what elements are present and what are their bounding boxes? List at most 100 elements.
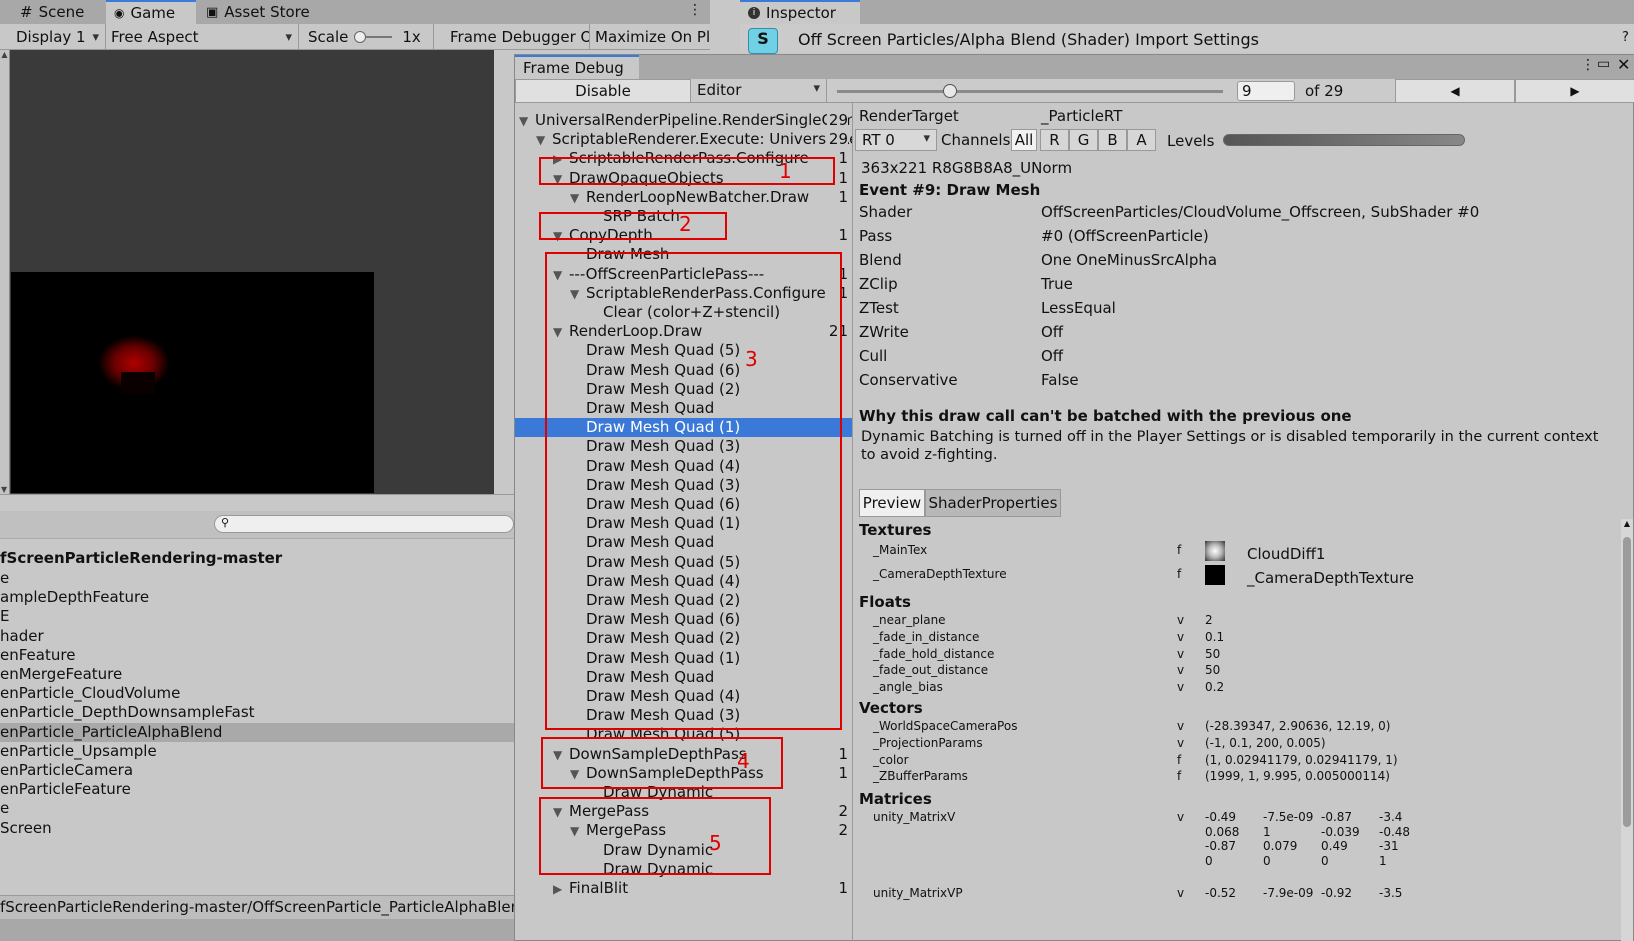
triangle-down-icon[interactable]: ▼ xyxy=(570,189,586,207)
list-item[interactable]: enParticleFeature xyxy=(0,780,514,799)
tab-scene[interactable]: # Scene xyxy=(12,0,92,24)
list-item[interactable]: enParticle_Upsample xyxy=(0,742,514,761)
tab-preview[interactable]: Preview xyxy=(859,489,925,517)
close-icon[interactable]: ✕ xyxy=(1617,55,1630,74)
list-item[interactable]: enParticle_CloudVolume xyxy=(0,684,514,703)
shader-prop-stage: v xyxy=(1177,886,1185,901)
shader-prop-name: _fade_in_distance xyxy=(873,629,980,644)
list-item[interactable]: e xyxy=(0,569,514,588)
shader-prop-value: (-28.39347, 2.90636, 12.19, 0) xyxy=(1205,719,1391,733)
display-dropdown[interactable]: Display 1 xyxy=(12,24,106,50)
triangle-right-icon[interactable]: ▶ xyxy=(553,880,569,898)
levels-slider[interactable] xyxy=(1223,134,1465,146)
list-item[interactable]: enMergeFeature xyxy=(0,665,514,684)
tab-asset-store-label: Asset Store xyxy=(224,3,310,21)
prev-event-button[interactable]: ◀ xyxy=(1395,79,1515,103)
project-panel: ⚲ fScreenParticleRendering-master e ample… xyxy=(0,494,530,941)
project-bottom-scrollbar[interactable] xyxy=(0,919,514,941)
matrix-cell: -0.48 xyxy=(1379,824,1411,839)
tab-frame-debug[interactable]: Frame Debug xyxy=(515,55,639,79)
more-menu-icon[interactable]: ⋮ xyxy=(688,2,702,18)
window-menu-icon[interactable]: ⋮ xyxy=(1581,57,1595,73)
levels-label: Levels xyxy=(1167,132,1215,150)
matrix-cell: -0.52 xyxy=(1205,886,1237,901)
next-event-button[interactable]: ▶ xyxy=(1515,79,1634,103)
event-index-value: 9 xyxy=(1242,82,1252,100)
render-preview xyxy=(11,272,374,493)
aspect-dropdown[interactable]: Free Aspect xyxy=(107,24,299,50)
tree-row-count: 1 xyxy=(836,168,848,188)
scroll-up-icon[interactable]: ▲ xyxy=(1621,519,1633,528)
store-bag-icon: ▣ xyxy=(206,4,219,20)
tree-row-count: 2 xyxy=(836,802,848,822)
channel-button-all[interactable]: All xyxy=(1011,129,1037,151)
editor-label: Editor xyxy=(697,81,742,99)
maximize-toggle[interactable]: Maximize On Pla xyxy=(591,24,710,50)
event-slider-knob[interactable] xyxy=(943,84,957,98)
scale-slider-knob[interactable] xyxy=(354,31,367,43)
list-item[interactable]: enParticleCamera xyxy=(0,761,514,780)
channel-button-g[interactable]: G xyxy=(1069,129,1098,151)
disable-button[interactable]: Disable xyxy=(515,79,691,103)
annotation-box-2 xyxy=(539,212,727,240)
left-scrollbar[interactable]: ▲ ▼ xyxy=(0,50,10,494)
maximize-icon[interactable]: ▭ xyxy=(1597,56,1610,72)
textures-header: Textures xyxy=(859,521,932,539)
game-view[interactable]: ▲ ▼ xyxy=(0,50,494,494)
tree-row[interactable]: ▶ FinalBlit 1 xyxy=(515,879,852,898)
tab-shader-properties[interactable]: ShaderProperties xyxy=(925,489,1061,517)
tab-asset-store[interactable]: ▣ Asset Store xyxy=(198,0,318,24)
event-index-input[interactable]: 9 xyxy=(1237,81,1295,101)
pipeline-state-value: False xyxy=(1041,371,1079,389)
pipeline-state-key: Shader xyxy=(859,203,913,221)
texture-thumbnail[interactable] xyxy=(1205,541,1225,561)
help-icon[interactable]: ? xyxy=(1622,30,1629,45)
frame-debugger-toggle[interactable]: Frame Debugger On xyxy=(446,24,590,50)
batch-text-2: to avoid z-fighting. xyxy=(861,447,998,463)
channel-button-a[interactable]: A xyxy=(1127,129,1156,151)
event-slider[interactable] xyxy=(837,84,1223,98)
tab-frame-debug-label: Frame Debug xyxy=(523,59,624,77)
shader-prop-name: _MainTex xyxy=(873,543,928,557)
triangle-down-icon[interactable]: ▼ xyxy=(519,112,535,130)
list-item[interactable]: E xyxy=(0,607,514,626)
tree-row[interactable]: ▼ UniversalRenderPipeline.RenderSingleCam… xyxy=(515,111,852,130)
details-scrollbar[interactable]: ▲ xyxy=(1621,519,1633,941)
channel-button-b[interactable]: B xyxy=(1098,129,1127,151)
list-item[interactable]: enParticle_DepthDownsampleFast xyxy=(0,703,514,722)
tab-game[interactable]: ◉ Game xyxy=(106,0,196,24)
list-item[interactable]: e xyxy=(0,799,514,818)
scale-slider[interactable] xyxy=(354,31,393,43)
list-item[interactable]: enFeature xyxy=(0,646,514,665)
scroll-up-icon[interactable]: ▲ xyxy=(0,50,9,59)
texture-thumbnail[interactable] xyxy=(1205,565,1225,585)
project-search-input[interactable]: ⚲ xyxy=(214,515,514,533)
frame-debug-window: Frame Debug ⋮ ▭ ✕ Disable Editor 9 of 29… xyxy=(514,54,1634,941)
pipeline-state-key: ZWrite xyxy=(859,323,909,341)
pipeline-state-key: ZTest xyxy=(859,299,899,317)
tab-inspector-label: Inspector xyxy=(766,4,836,22)
triangle-down-icon[interactable]: ▼ xyxy=(536,131,552,149)
scroll-down-icon[interactable]: ▼ xyxy=(1,485,7,494)
shader-prop-name: unity_MatrixV xyxy=(873,810,956,825)
channel-button-r[interactable]: R xyxy=(1040,129,1069,151)
pipeline-state-value: Off xyxy=(1041,347,1064,365)
list-item[interactable]: enParticle_ParticleAlphaBlend xyxy=(0,722,514,742)
project-path: fScreenParticleRendering-master/OffScree… xyxy=(0,898,530,916)
scale-control[interactable]: Scale 1x xyxy=(304,24,434,50)
list-item[interactable]: hader xyxy=(0,627,514,646)
tree-row[interactable]: ▼ScriptableRenderer.Execute: UniversalRe… xyxy=(515,130,852,150)
list-item[interactable]: Screen xyxy=(0,819,514,838)
shader-prop-name: _angle_bias xyxy=(873,680,943,695)
shader-prop-stage: v xyxy=(1177,810,1185,825)
tree-row[interactable]: ▼ RenderLoopNewBatcher.Draw 1 xyxy=(515,187,852,207)
left-tab-bar: # Scene ◉ Game ▣ Asset Store ⋮ xyxy=(0,0,710,24)
gamepad-icon: ◉ xyxy=(114,6,125,20)
rt-dropdown[interactable]: RT 0 xyxy=(855,129,937,151)
matrix-cell: -0.49 xyxy=(1205,810,1237,825)
list-item[interactable]: ampleDepthFeature xyxy=(0,588,514,607)
editor-dropdown[interactable]: Editor xyxy=(691,79,827,103)
scroll-thumb[interactable] xyxy=(1623,537,1631,827)
tab-inspector[interactable]: i Inspector xyxy=(740,0,860,24)
shader-prop-name: _ZBufferParams xyxy=(873,769,968,784)
